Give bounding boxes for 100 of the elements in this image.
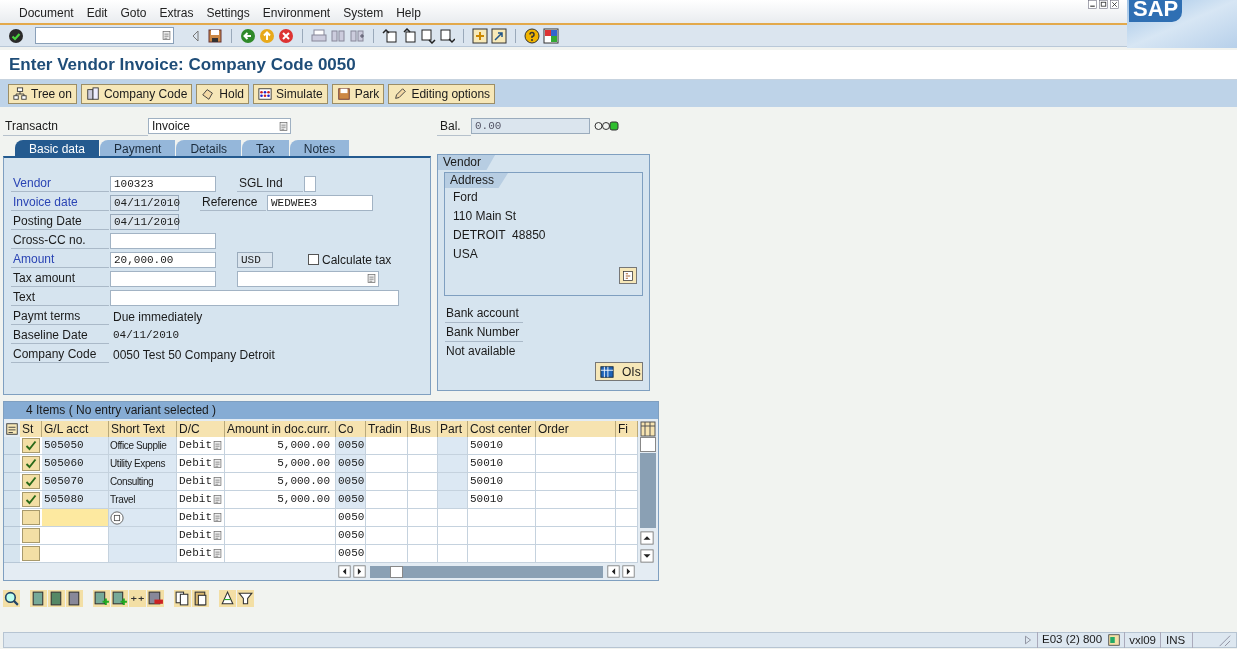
sort-icon[interactable]: [219, 590, 236, 607]
magnifier-icon[interactable]: [3, 590, 20, 607]
scroll-thumb[interactable]: [390, 565, 403, 578]
open-items-button[interactable]: OIs: [595, 362, 643, 381]
table-cell[interactable]: [616, 437, 638, 455]
table-cell[interactable]: Consulting: [109, 473, 177, 491]
tab[interactable]: Basic data: [15, 140, 100, 156]
column-header[interactable]: Order: [536, 421, 616, 437]
table-cell[interactable]: [366, 437, 408, 455]
table-cell[interactable]: 505080: [42, 491, 109, 509]
row-selector[interactable]: [4, 509, 20, 527]
binoculars-plus-icon[interactable]: [349, 27, 365, 44]
dropdown-icon[interactable]: [212, 440, 223, 451]
scroll-left-icon[interactable]: [607, 565, 620, 578]
table-cell[interactable]: 0050: [336, 455, 366, 473]
table-cell[interactable]: [616, 527, 638, 545]
menu-item[interactable]: Environment: [262, 3, 331, 22]
table-cell[interactable]: [616, 509, 638, 527]
table-cell[interactable]: 505070: [42, 473, 109, 491]
add-row-icon[interactable]: [93, 590, 110, 607]
table-cell[interactable]: 50010: [468, 473, 536, 491]
row-selector[interactable]: [4, 527, 20, 545]
table-cell[interactable]: 5,000.00: [225, 455, 336, 473]
resize-grip-icon[interactable]: [1216, 633, 1232, 647]
table-cell[interactable]: [42, 527, 109, 545]
table-cell[interactable]: [616, 455, 638, 473]
table-cell[interactable]: Utility Expens: [109, 455, 177, 473]
dc-dropdown[interactable]: Debit: [177, 437, 225, 455]
table-cell[interactable]: [225, 545, 336, 563]
table-cell[interactable]: [536, 491, 616, 509]
table-cell[interactable]: [366, 473, 408, 491]
column-header[interactable]: St: [20, 421, 42, 437]
table-cell[interactable]: 5,000.00: [225, 437, 336, 455]
table-cell[interactable]: [536, 509, 616, 527]
menu-item[interactable]: Document: [19, 3, 74, 22]
table-cell[interactable]: 0050: [336, 437, 366, 455]
table-cell[interactable]: 505060: [42, 455, 109, 473]
tab[interactable]: Notes: [289, 140, 350, 156]
row-selector[interactable]: [4, 473, 20, 491]
session-icon[interactable]: [1108, 634, 1121, 646]
table-cell[interactable]: [438, 455, 468, 473]
command-field[interactable]: [35, 27, 174, 44]
table-cell[interactable]: [366, 491, 408, 509]
toolbar-button[interactable]: Tree on: [8, 83, 77, 104]
scrollbar-track[interactable]: [370, 565, 603, 578]
column-header[interactable]: Co: [336, 421, 366, 437]
transaction-dropdown[interactable]: Invoice: [148, 118, 291, 134]
minimize-icon[interactable]: [1088, 0, 1097, 9]
table-cell[interactable]: [225, 527, 336, 545]
table-cell[interactable]: [366, 455, 408, 473]
dropdown-icon[interactable]: [366, 273, 377, 284]
input-field[interactable]: [110, 289, 399, 306]
table-cell[interactable]: [616, 473, 638, 491]
expand-triangle-icon[interactable]: [1023, 635, 1034, 645]
table-cell[interactable]: [408, 545, 438, 563]
table-cell[interactable]: [438, 509, 468, 527]
maximize-icon[interactable]: [1099, 0, 1108, 9]
column-header[interactable]: G/L acct: [42, 421, 109, 437]
toolbar-button[interactable]: Company Code: [80, 83, 193, 104]
table-cell[interactable]: [42, 545, 109, 563]
table-cell[interactable]: [408, 473, 438, 491]
table-cell[interactable]: [438, 491, 468, 509]
table-cell[interactable]: 5,000.00: [225, 491, 336, 509]
date-field[interactable]: 04/11/2010: [110, 213, 179, 230]
cancel-icon[interactable]: [278, 27, 294, 44]
table-cell[interactable]: [468, 527, 536, 545]
row-selector[interactable]: [4, 491, 20, 509]
table-cell[interactable]: [536, 527, 616, 545]
scroll-thumb[interactable]: [640, 437, 656, 452]
tab[interactable]: Details: [176, 140, 242, 156]
table-cell[interactable]: [408, 509, 438, 527]
table-cell[interactable]: [408, 527, 438, 545]
table-cell[interactable]: [408, 437, 438, 455]
table-cell[interactable]: 0050: [336, 473, 366, 491]
toolbar-button[interactable]: Editing options: [388, 83, 496, 104]
table-cell[interactable]: [438, 527, 468, 545]
document-icon[interactable]: [30, 590, 47, 607]
table-cell[interactable]: [536, 473, 616, 491]
table-cell[interactable]: [408, 455, 438, 473]
column-header[interactable]: D/C: [177, 421, 225, 437]
table-cell[interactable]: 505050: [42, 437, 109, 455]
input-field[interactable]: 20,000.00: [110, 251, 216, 268]
scroll-right-icon[interactable]: [622, 565, 635, 578]
table-cell[interactable]: [438, 437, 468, 455]
table-cell[interactable]: 0050: [336, 509, 366, 527]
table-cell[interactable]: [616, 545, 638, 563]
check-icon[interactable]: [8, 27, 24, 44]
dc-dropdown[interactable]: Debit: [177, 455, 225, 473]
column-header[interactable]: Cost center: [468, 421, 536, 437]
table-cell[interactable]: [366, 509, 408, 527]
scroll-left-icon[interactable]: [338, 565, 351, 578]
table-cell[interactable]: [408, 491, 438, 509]
dropdown-icon[interactable]: [212, 458, 223, 469]
toolbar-button[interactable]: Hold: [196, 83, 249, 104]
insert-rows-icon[interactable]: [111, 590, 128, 607]
column-header[interactable]: Bus: [408, 421, 438, 437]
column-header[interactable]: Part: [438, 421, 468, 437]
column-header[interactable]: Tradin: [366, 421, 408, 437]
first-page-icon[interactable]: [382, 27, 398, 44]
copy-icon[interactable]: [174, 590, 191, 607]
